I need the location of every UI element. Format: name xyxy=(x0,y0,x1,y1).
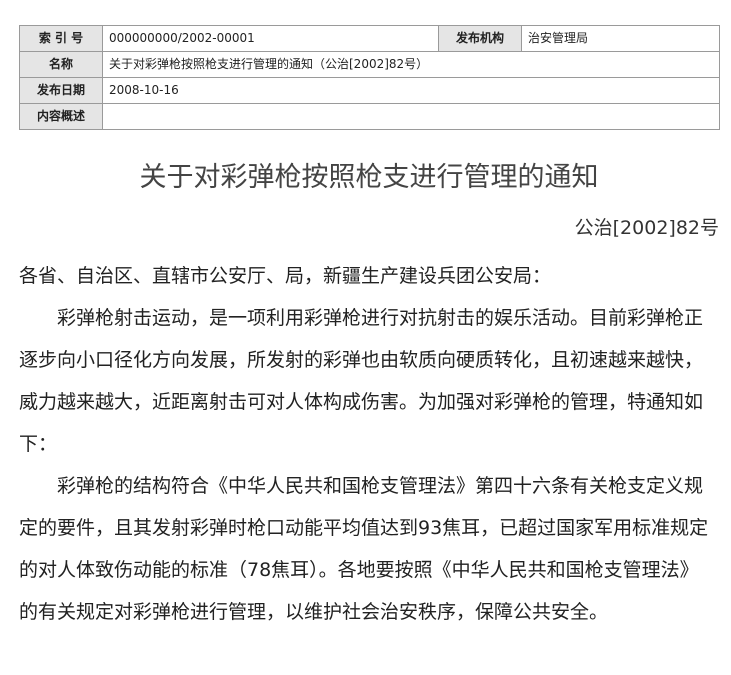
document-metadata-table: 索 引 号 000000000/2002-00001 发布机构 治安管理局 名称… xyxy=(19,25,720,130)
metadata-row-summary: 内容概述 xyxy=(19,103,720,130)
summary-label: 内容概述 xyxy=(19,103,103,130)
index-number-value: 000000000/2002-00001 xyxy=(102,25,439,52)
name-label: 名称 xyxy=(19,51,103,78)
publisher-value: 治安管理局 xyxy=(521,25,720,52)
document-title: 关于对彩弹枪按照枪支进行管理的通知 xyxy=(139,162,599,193)
metadata-row-name: 名称 关于对彩弹枪按照枪支进行管理的通知（公治[2002]82号） xyxy=(19,51,720,78)
summary-value xyxy=(102,103,720,130)
document-number: 公治[2002]82号 xyxy=(574,217,719,239)
document-body: 各省、自治区、直辖市公安厅、局，新疆生产建设兵团公安局： 彩弹枪射击运动，是一项… xyxy=(19,255,709,633)
body-paragraph: 彩弹枪的结构符合《中华人民共和国枪支管理法》第四十六条有关枪支定义规定的要件，且… xyxy=(19,475,709,623)
publish-date-value: 2008-10-16 xyxy=(102,77,720,104)
salutation: 各省、自治区、直辖市公安厅、局，新疆生产建设兵团公安局： xyxy=(19,265,552,287)
body-paragraph: 彩弹枪射击运动，是一项利用彩弹枪进行对抗射击的娱乐活动。目前彩弹枪正逐步向小口径… xyxy=(19,307,704,455)
metadata-row-index: 索 引 号 000000000/2002-00001 发布机构 治安管理局 xyxy=(19,25,720,52)
index-number-label: 索 引 号 xyxy=(19,25,103,52)
metadata-row-date: 发布日期 2008-10-16 xyxy=(19,77,720,104)
publisher-label: 发布机构 xyxy=(438,25,522,52)
publish-date-label: 发布日期 xyxy=(19,77,103,104)
name-value: 关于对彩弹枪按照枪支进行管理的通知（公治[2002]82号） xyxy=(102,51,720,78)
